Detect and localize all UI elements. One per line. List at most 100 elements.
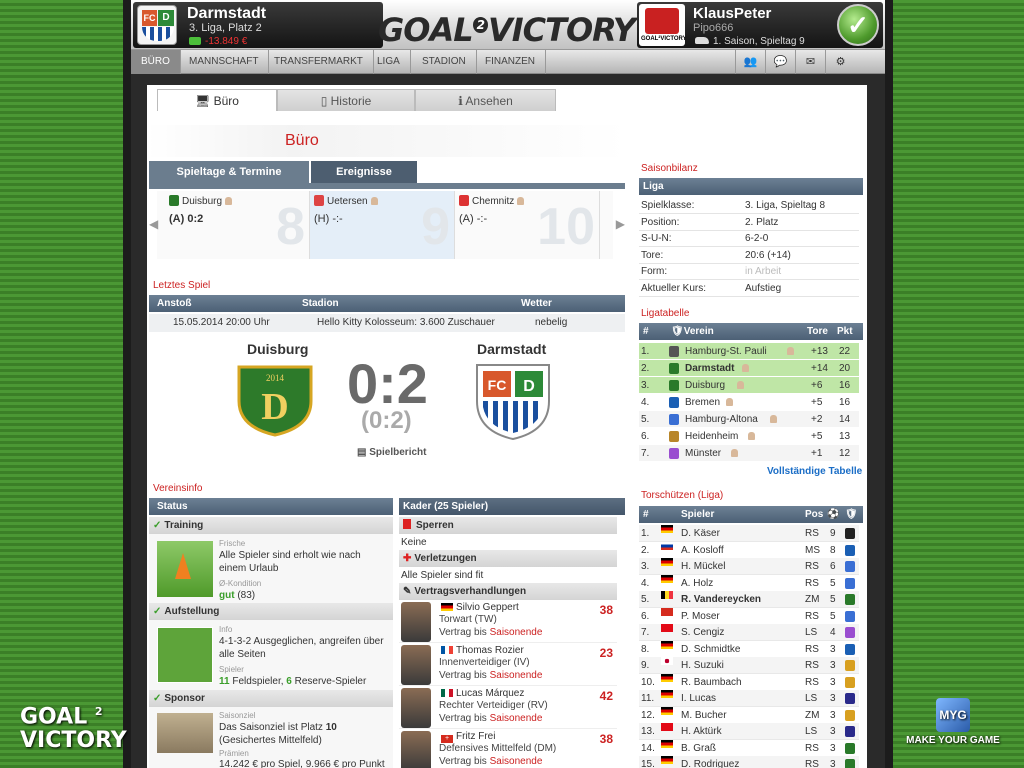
flag-icon <box>661 739 673 748</box>
scorer-row[interactable]: 11. I. Lucas LS 3 <box>639 690 859 707</box>
scorer-name: H. Suzuki <box>681 660 724 671</box>
scorer-row[interactable]: 14. B. Graß RS 3 <box>639 739 859 757</box>
settings-icon[interactable]: ⚙ <box>825 50 855 74</box>
scorer-row[interactable]: 1. D. Käser RS 9 <box>639 525 859 542</box>
vertrag-header[interactable]: ✎ Vertragsverhandlungen <box>399 583 617 600</box>
nav-liga[interactable]: Liga <box>367 50 411 74</box>
scorer-position: RS <box>805 676 819 688</box>
season-info: 1. Saison, Spieltag 9 <box>713 36 805 47</box>
tab-ansehen[interactable]: ℹ Ansehen <box>415 89 556 111</box>
club-crest-icon <box>845 610 855 622</box>
scorer-position: RS <box>805 660 819 671</box>
confirm-check-icon[interactable]: ✓ <box>837 4 879 46</box>
scorer-rank: 12. <box>641 709 655 721</box>
scorer-row[interactable]: 10. R. Baumbach RS 3 <box>639 673 859 691</box>
flag-icon <box>661 673 673 682</box>
points: 14 <box>839 414 851 425</box>
tab-ereignisse[interactable]: Ereignisse <box>311 161 417 183</box>
table-row[interactable]: 2. Darmstadt +14 20 <box>639 360 859 377</box>
chat-icon[interactable]: 💬 <box>765 50 795 74</box>
game-logo: GOAL 2 VICTORY <box>378 11 636 49</box>
scorer-name: M. Bucher <box>681 709 727 721</box>
tab-spieltage[interactable]: Spieltage & Termine <box>149 161 309 183</box>
crest-left-text: FC <box>142 10 157 26</box>
player-contract: Vertrag bis Saisonende <box>439 756 543 767</box>
scorer-row[interactable]: 2. A. Kosloff MS 8 <box>639 541 859 559</box>
flag-icon <box>661 640 673 649</box>
nav-buero[interactable]: Büro <box>131 50 181 74</box>
scorer-row[interactable]: 5. R. Vandereycken ZM 5 <box>639 591 859 608</box>
scorer-row[interactable]: 15. D. Rodriguez RS 3 <box>639 756 859 768</box>
matchday-card[interactable]: 8 Duisburg (A) 0:2 <box>165 191 310 259</box>
aufstellung-header[interactable]: ✓ Aufstellung <box>149 603 393 620</box>
player-row[interactable]: + Fritz Frei Defensives Mittelfeld (DM) V… <box>399 730 617 768</box>
scorer-row[interactable]: 8. D. Schmidtke RS 3 <box>639 640 859 658</box>
users-icon[interactable]: 👥 <box>735 50 765 74</box>
matchday-card[interactable]: 9 Uetersen (H) -:- <box>310 191 455 259</box>
training-header[interactable]: ✓ Training <box>149 517 393 534</box>
mail-icon[interactable]: ✉ <box>795 50 825 74</box>
nav-mannschaft[interactable]: Mannschaft <box>179 50 270 74</box>
sperren-header[interactable]: Sperren <box>399 517 617 534</box>
club-crest-icon <box>845 709 855 721</box>
scorer-name: H. Aktürk <box>681 726 722 737</box>
player-row[interactable]: Silvio Geppert Torwart (TW) Vertrag bis … <box>399 601 617 643</box>
goal-diff: +6 <box>811 380 823 391</box>
table-row[interactable]: 4. Bremen +5 16 <box>639 394 859 411</box>
team-crest-icon <box>669 397 679 408</box>
player-name: Silvio Geppert <box>441 602 519 613</box>
kondition-value: gut (83) <box>219 590 256 601</box>
user-panel[interactable]: GOAL²VICTORY KlausPeter Pipo666 1. Saiso… <box>637 2 883 48</box>
player-row[interactable]: Lucas Márquez Rechter Verteidiger (RV) V… <box>399 687 617 729</box>
scorer-row[interactable]: 13. H. Aktürk LS 3 <box>639 723 859 740</box>
scorer-row[interactable]: 12. M. Bucher ZM 3 <box>639 706 859 724</box>
crest-stripes <box>142 27 174 41</box>
arrow-right-icon[interactable]: ▶ <box>616 217 625 231</box>
tab-buero[interactable]: 🖥 Büro <box>157 89 277 111</box>
match-report-link[interactable]: ▤ Spielbericht <box>357 447 426 458</box>
sponsor-header[interactable]: ✓ Sponsor <box>149 690 393 707</box>
svg-text:FC: FC <box>488 377 507 393</box>
nav-stadion[interactable]: Stadion <box>412 50 477 74</box>
section-label-torschuetzen: Torschützen (Liga) <box>641 490 724 501</box>
full-table-link[interactable]: Vollständige Tabelle <box>767 466 862 477</box>
club-panel[interactable]: FC D Darmstadt 3. Liga, Platz 2 -13.849 … <box>133 2 383 48</box>
table-row[interactable]: 7. Münster +1 12 <box>639 445 859 462</box>
weather-info: nebelig <box>535 317 568 328</box>
table-row[interactable]: 3. Duisburg +6 16 <box>639 377 859 394</box>
player-number: 42 <box>599 689 613 703</box>
torschuetzen-header: # Spieler Pos ⚽ 🛡 <box>639 506 863 523</box>
goal-diff: +2 <box>811 414 823 425</box>
scorer-row[interactable]: 4. A. Holz RS 5 <box>639 574 859 592</box>
bilanz-row: Tore: 20:6 (+14) <box>639 247 859 264</box>
scorer-position: RS <box>805 643 819 655</box>
scorer-row[interactable]: 9. H. Suzuki RS 3 <box>639 657 859 674</box>
points: 16 <box>839 380 851 391</box>
score-panel: Duisburg Darmstadt 2014 D 0:2 (0:2) ▤ Sp… <box>157 335 615 465</box>
arrow-left-icon[interactable]: ◀ <box>149 217 158 231</box>
nav-finanzen[interactable]: Finanzen <box>475 50 546 74</box>
grass-background-left <box>0 0 132 768</box>
crest-right-text: D <box>158 10 174 26</box>
matchday-number: 8 <box>276 198 305 256</box>
scorer-row[interactable]: 3. H. Mückel RS 6 <box>639 558 859 575</box>
scorer-position: ZM <box>805 594 820 605</box>
scorer-row[interactable]: 7. S. Cengiz LS 4 <box>639 624 859 641</box>
scorer-row[interactable]: 6. P. Moser RS 5 <box>639 607 859 625</box>
table-position: 3. <box>641 380 650 391</box>
svg-text:D: D <box>523 378 535 395</box>
nav-transfermarkt[interactable]: Transfermarkt <box>264 50 374 74</box>
matchday-card[interactable]: 10 Chemnitz (A) -:- <box>455 191 600 259</box>
svg-text:2014: 2014 <box>266 373 285 383</box>
boot-icon <box>695 37 709 44</box>
team-name: Hamburg-St. Pauli <box>685 346 767 357</box>
table-row[interactable]: 5. Hamburg-Altona +2 14 <box>639 411 859 428</box>
bilanz-key: Aktueller Kurs: <box>641 282 707 294</box>
verletzungen-header[interactable]: ✚ Verletzungen <box>399 550 617 567</box>
player-row[interactable]: Thomas Rozier Innenverteidiger (IV) Vert… <box>399 644 617 686</box>
table-row[interactable]: 1. Hamburg-St. Pauli +13 22 <box>639 343 859 360</box>
scorer-goals: 8 <box>830 544 836 556</box>
table-row[interactable]: 6. Heidenheim +5 13 <box>639 428 859 445</box>
flag-icon <box>661 607 673 616</box>
tab-historie[interactable]: ▯ Historie <box>277 89 415 111</box>
